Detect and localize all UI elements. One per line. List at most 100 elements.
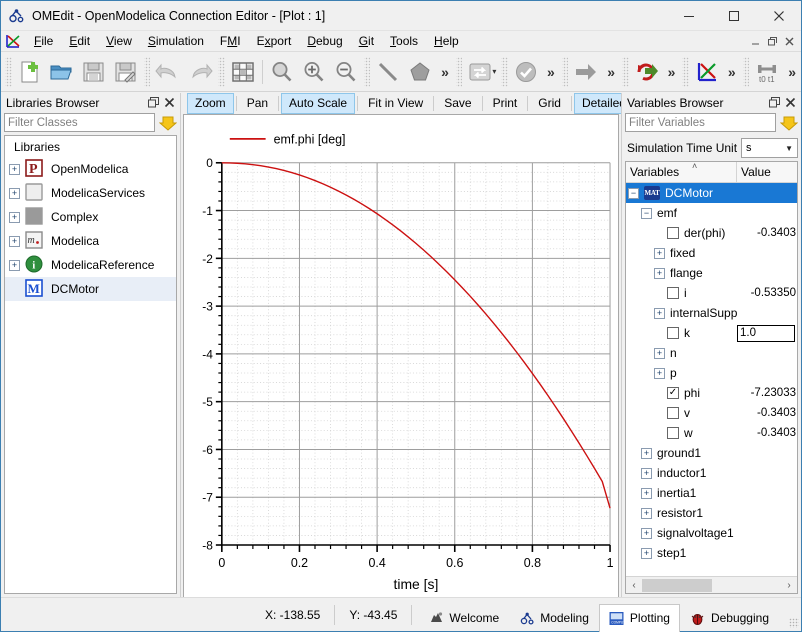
menu-item-export[interactable]: Export [249,32,300,50]
simulate-icon[interactable] [631,56,663,88]
expand-icon[interactable]: + [654,268,665,279]
resize-grip[interactable] [789,618,799,628]
down-arrow-icon[interactable] [159,114,177,132]
variable-row-fixed[interactable]: +fixed [626,243,797,263]
variable-value-cell[interactable]: 1.0 [737,325,797,342]
zoom-in-icon[interactable] [298,56,330,88]
undock-icon[interactable] [146,96,160,110]
plot-canvas[interactable]: 0-1-2-3-4-5-6-7-800.20.40.60.81time [s]e… [183,114,619,608]
variable-checkbox[interactable] [667,427,679,439]
toolbar-handle-plot[interactable] [682,57,689,87]
mdi-minimize-button[interactable] [748,34,763,49]
line-icon[interactable] [372,56,404,88]
variable-row-emf[interactable]: −emf [626,203,797,223]
variable-row-flange[interactable]: +flange [626,263,797,283]
library-item-dcmotor[interactable]: MDCMotor [5,277,176,301]
library-item-modelicaservices[interactable]: +ModelicaServices [5,181,176,205]
check-overflow-button[interactable]: » [542,64,560,80]
plot-window-icon[interactable] [691,56,723,88]
variable-row-k[interactable]: k1.0 [626,323,797,343]
menu-item-help[interactable]: Help [426,32,467,50]
toolbar-handle-edit[interactable] [144,57,151,87]
close-button[interactable] [756,1,801,31]
variable-checkbox[interactable] [667,227,679,239]
toolbar-handle-check[interactable] [501,57,508,87]
zoom-reset-icon[interactable] [266,56,298,88]
variable-checkbox[interactable] [667,327,679,339]
variable-row-phi[interactable]: ✓phi-7.23033 [626,383,797,403]
close-icon[interactable] [162,96,176,110]
variables-tree[interactable]: Variables Value ˄ −MATDCMotor−emfder(phi… [625,161,798,594]
variable-row-p[interactable]: +p [626,363,797,383]
variable-row-signalvoltage1[interactable]: +signalvoltage1 [626,523,797,543]
perspective-tab-modeling[interactable]: Modeling [509,604,599,632]
undo-icon[interactable] [152,56,184,88]
down-arrow-icon[interactable] [780,114,798,132]
variable-value-input[interactable]: 1.0 [737,325,795,342]
variable-row-inertia1[interactable]: +inertia1 [626,483,797,503]
filter-variables-input[interactable]: Filter Variables [625,113,776,132]
maximize-button[interactable] [711,1,756,31]
menu-item-git[interactable]: Git [351,32,382,50]
redo-icon[interactable] [184,56,216,88]
expand-icon[interactable]: + [654,368,665,379]
menu-item-simulation[interactable]: Simulation [140,32,212,50]
variable-row-v[interactable]: v-0.3403 [626,403,797,423]
undock-icon[interactable] [767,96,781,110]
toolbar-handle-connect[interactable] [456,57,463,87]
plot-overflow-button[interactable]: » [723,64,741,80]
save-icon[interactable] [78,56,110,88]
plot-button-zoom[interactable]: Zoom [187,93,234,114]
expand-icon[interactable]: + [9,164,20,175]
simulation-time-unit-select[interactable]: s ▼ [741,138,798,158]
zoom-out-icon[interactable] [330,56,362,88]
scrollbar-thumb[interactable] [642,579,712,592]
perspective-tab-welcome[interactable]: Welcome [418,604,509,632]
menu-item-edit[interactable]: Edit [61,32,98,50]
variable-row-dcmotor[interactable]: −MATDCMotor [626,183,797,203]
instantiate-overflow-button[interactable]: » [602,64,620,80]
plot-button-pan[interactable]: Pan [239,93,276,114]
menu-item-view[interactable]: View [98,32,140,50]
perspective-tab-plotting[interactable]: COMPUTERPlotting [599,604,680,632]
variables-horizontal-scrollbar[interactable]: ‹ › [626,576,797,593]
connect-dropdown-icon[interactable]: ▾ [492,67,499,76]
column-header-value[interactable]: Value [737,162,797,182]
menu-item-tools[interactable]: Tools [382,32,426,50]
grid-icon[interactable] [227,56,259,88]
expand-icon[interactable]: + [654,248,665,259]
check-model-icon[interactable] [510,56,542,88]
expand-icon[interactable]: + [641,528,652,539]
minimize-button[interactable] [666,1,711,31]
library-item-openmodelica[interactable]: +POpenModelica [5,157,176,181]
t0-t1-icon[interactable]: t0 t1 [751,56,783,88]
scroll-left-button[interactable]: ‹ [627,580,641,591]
variable-row-step1[interactable]: +step1 [626,543,797,563]
variable-checkbox[interactable] [667,407,679,419]
simulate-overflow-button[interactable]: » [663,64,681,80]
variable-row-w[interactable]: w-0.3403 [626,423,797,443]
plot-button-print[interactable]: Print [485,93,526,114]
save-as-icon[interactable] [110,56,142,88]
expand-icon[interactable]: + [641,488,652,499]
mdi-restore-button[interactable] [765,34,780,49]
variable-row-i[interactable]: i-0.53350 [626,283,797,303]
filter-classes-input[interactable]: Filter Classes [4,113,155,132]
menu-item-file[interactable]: File [26,32,61,50]
plot-button-auto-scale[interactable]: Auto Scale [281,93,355,114]
mdi-close-button[interactable] [782,34,797,49]
close-icon[interactable] [783,96,797,110]
polygon-icon[interactable] [404,56,436,88]
scroll-right-button[interactable]: › [782,580,796,591]
open-folder-icon[interactable] [46,56,78,88]
collapse-icon[interactable]: − [628,188,639,199]
variables-tree-body[interactable]: −MATDCMotor−emfder(phi)-0.3403+fixed+fla… [626,183,797,576]
library-item-modelicareference[interactable]: +iModelicaReference [5,253,176,277]
toolbar-handle[interactable] [5,57,12,87]
variable-row-derphi[interactable]: der(phi)-0.3403 [626,223,797,243]
column-header-variables[interactable]: Variables [626,162,737,182]
expand-icon[interactable]: + [641,508,652,519]
toolbar-handle-simulate[interactable] [622,57,629,87]
variable-row-internalsupport[interactable]: +internalSupport [626,303,797,323]
shape-overflow-button[interactable]: » [436,64,454,80]
